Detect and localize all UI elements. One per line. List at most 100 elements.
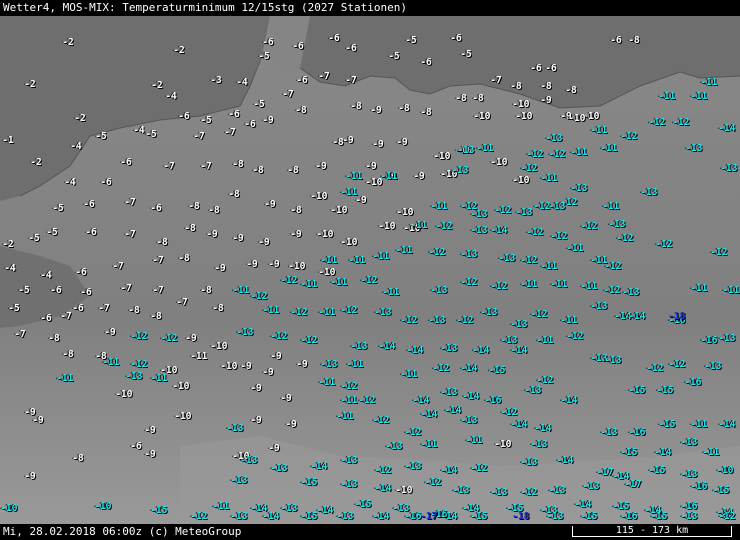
station-label-cold: -11 — [382, 287, 400, 298]
station-label-cold: -14 — [374, 483, 392, 494]
temperature-map[interactable]: -2 -2 -2 -2 -3 -4 -4 -1 -2 -2 -4 -5 -5 -6 -5 -6 -5 -7 -7 -6… — [0, 16, 740, 524]
station-label-cold: -12 — [494, 205, 512, 216]
station-label-cold: -15 — [620, 447, 638, 458]
station-label-cold: -12 — [500, 407, 518, 418]
station-label-cold: -12 — [435, 221, 453, 232]
station-label: -6 — [83, 199, 95, 210]
station-label-cold: -13 — [720, 163, 738, 174]
station-label: -9 — [258, 237, 270, 248]
station-label: -10 — [512, 175, 530, 186]
station-label: -8 — [200, 285, 212, 296]
station-label-cold: -11 — [340, 187, 358, 198]
station-label-cold: -13 — [470, 209, 488, 220]
station-label-cold: -10 — [94, 501, 112, 512]
station-label-cold: -13 — [480, 307, 498, 318]
station-label-cold: -13 — [440, 387, 458, 398]
station-label-cold: -11 — [372, 251, 390, 262]
station-label-cold: -13 — [457, 145, 475, 156]
station-label-very-cold: -17 — [420, 511, 438, 522]
station-label-cold: -12 — [520, 163, 538, 174]
station-label-cold: -11 — [262, 305, 280, 316]
station-label: -6 — [328, 33, 340, 44]
station-label: -8 — [232, 159, 244, 170]
station-label-cold: -15 — [658, 419, 676, 430]
station-label: -4 — [165, 91, 177, 102]
station-label: -9 — [185, 333, 197, 344]
station-label: -8 — [184, 223, 196, 234]
station-label-cold: -11 — [580, 281, 598, 292]
station-label-cold: -12 — [460, 277, 478, 288]
station-label: -6 — [545, 63, 557, 74]
station-label-cold: -13 — [582, 481, 600, 492]
station-label-cold: -12 — [548, 149, 566, 160]
station-label: -4 — [40, 270, 52, 281]
station-label: -9 — [342, 135, 354, 146]
station-label: -4 — [70, 141, 82, 152]
station-label-cold: -14 — [316, 505, 334, 516]
station-label: -10 — [340, 237, 358, 248]
station-label: -2 — [74, 113, 86, 124]
station-label: -5 — [18, 285, 30, 296]
station-label-cold: -14 — [372, 511, 390, 522]
station-label: -6 — [72, 303, 84, 314]
station-label-cold: -11 — [540, 173, 558, 184]
station-label: -7 — [60, 311, 72, 322]
station-label: -9 — [270, 351, 282, 362]
station-label: -10 — [512, 99, 530, 110]
station-label: -8 — [128, 305, 140, 316]
station-label-cold: -16 — [620, 511, 638, 522]
station-label: -10 — [515, 111, 533, 122]
station-label-cold: -15 — [300, 477, 318, 488]
station-label-cold: -12 — [616, 233, 634, 244]
scale-bar: 115 - 173 km — [572, 526, 732, 537]
station-label: -9 — [372, 139, 384, 150]
station-label-cold: -12 — [250, 291, 268, 302]
station-label-cold: -13 — [604, 355, 622, 366]
station-label: -5 — [405, 35, 417, 46]
station-label: -6 — [228, 109, 240, 120]
station-label: -9 — [413, 171, 425, 182]
station-label: -9 — [250, 383, 262, 394]
station-label-cold: -11 — [570, 147, 588, 158]
station-label-cold: -13 — [440, 343, 458, 354]
station-label: -9 — [370, 105, 382, 116]
station-label: -9 — [250, 415, 262, 426]
station-label: -8 — [540, 81, 552, 92]
station-label-cold: -16 — [684, 377, 702, 388]
station-label-cold: -12 — [400, 315, 418, 326]
station-label-cold: -11 — [212, 501, 230, 512]
station-label-cold: -13 — [680, 437, 698, 448]
station-label: -7 — [318, 71, 330, 82]
station-label: -4 — [4, 263, 16, 274]
station-label: -6 — [40, 313, 52, 324]
station-label: -7 — [124, 229, 136, 240]
station-label-cold: -14 — [560, 395, 578, 406]
station-label: -8 — [420, 107, 432, 118]
station-label-cold: -14 — [628, 311, 646, 322]
station-label-cold: -16 — [484, 395, 502, 406]
station-label: -9 — [32, 415, 44, 426]
station-label-cold: -11 — [476, 143, 494, 154]
station-label: -7 — [124, 197, 136, 208]
station-label: -4 — [236, 77, 248, 88]
station-label: -9 — [214, 263, 226, 274]
station-label-cold: -13 — [350, 341, 368, 352]
station-label-cold: -12 — [358, 395, 376, 406]
station-label: -10 — [433, 151, 451, 162]
station-label: -6 — [150, 203, 162, 214]
station-label: -10 — [310, 191, 328, 202]
station-label-cold: -14 — [510, 419, 528, 430]
station-label: -10 — [115, 389, 133, 400]
station-label-cold: -15 — [648, 465, 666, 476]
station-label-cold: -12 — [668, 359, 686, 370]
station-label-cold: -11 — [602, 201, 620, 212]
station-label-cold: -12 — [290, 307, 308, 318]
station-label: -9 — [290, 229, 302, 240]
station-label-cold: -12 — [710, 247, 728, 258]
station-label-cold: -13 — [270, 463, 288, 474]
station-label: -7 — [14, 329, 26, 340]
station-label: -8 — [212, 303, 224, 314]
station-label-cold: -14 — [420, 409, 438, 420]
station-label: -6 — [292, 41, 304, 52]
station-label-very-cold: -18 — [512, 511, 530, 522]
